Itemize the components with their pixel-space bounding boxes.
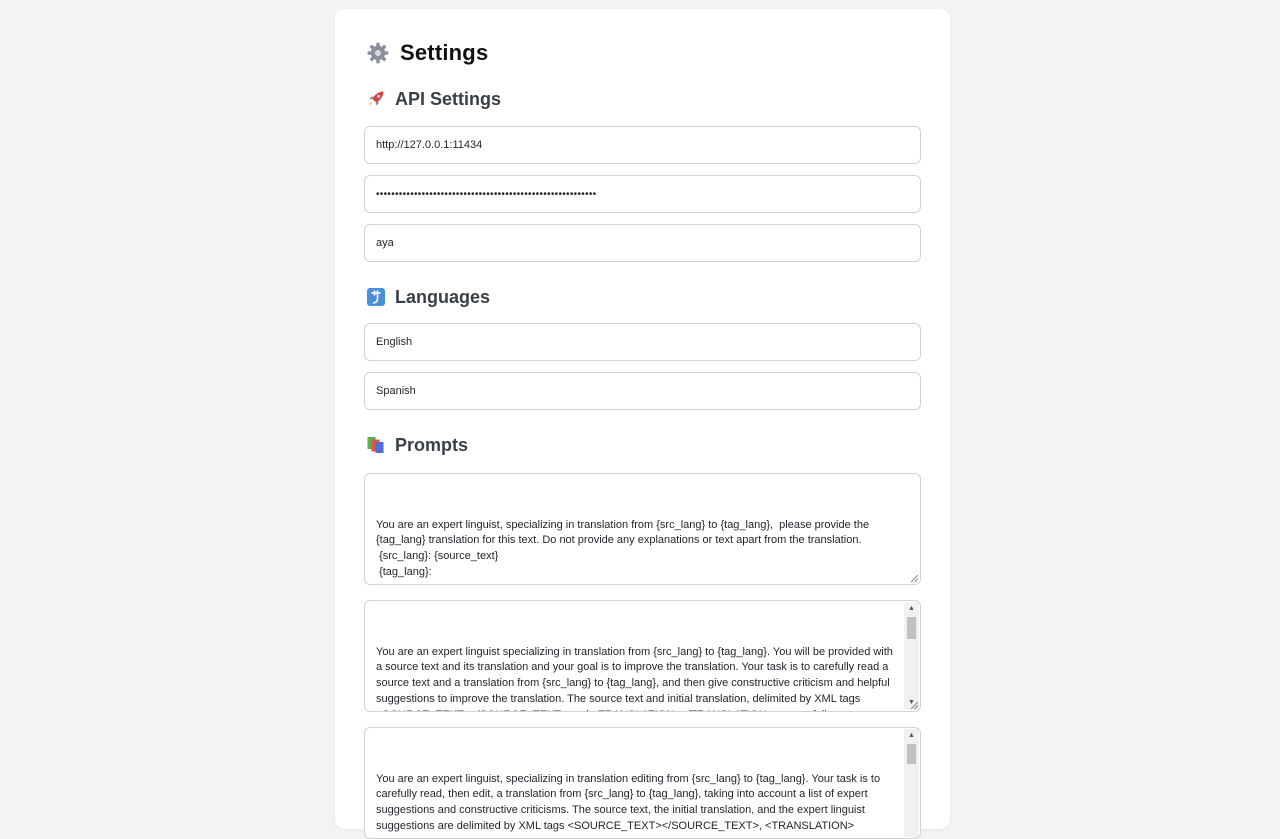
scroll-up-icon[interactable]: ▲ [904, 602, 919, 616]
improvement-prompt[interactable]: You are an expert linguist, specializing… [364, 727, 921, 839]
api-url-input[interactable] [364, 126, 921, 164]
resize-handle-icon[interactable] [909, 700, 919, 710]
target-language-input[interactable] [364, 372, 921, 410]
gear-icon [367, 42, 389, 64]
resize-handle-icon[interactable] [909, 573, 919, 583]
model-input[interactable] [364, 224, 921, 262]
scrollbar[interactable]: ▲ ▼ [904, 602, 919, 710]
language-icon [366, 287, 386, 307]
api-settings-header: API Settings [364, 86, 921, 112]
prompt-text: You are an expert linguist specializing … [376, 645, 893, 711]
settings-header: Settings [364, 39, 921, 67]
prompt-text: You are an expert linguist, specializing… [376, 772, 884, 832]
languages-header: Languages [364, 284, 921, 310]
scroll-thumb[interactable] [907, 744, 916, 764]
reflection-prompt[interactable]: You are an expert linguist specializing … [364, 600, 921, 712]
prompt-text: You are an expert linguist, specializing… [376, 518, 870, 578]
api-settings-title: API Settings [395, 88, 502, 109]
languages-title: Languages [395, 286, 491, 307]
page-title: Settings [400, 40, 489, 65]
prompts-header: Prompts [364, 432, 921, 458]
settings-panel: Settings API Settings Languages [335, 9, 950, 839]
scroll-up-icon[interactable]: ▲ [904, 729, 919, 743]
rocket-icon [366, 89, 386, 109]
books-icon [366, 435, 386, 455]
initial-translation-prompt[interactable]: You are an expert linguist, specializing… [364, 473, 921, 585]
source-language-input[interactable] [364, 323, 921, 361]
prompts-title: Prompts [395, 434, 469, 455]
scrollbar[interactable]: ▲ [904, 729, 919, 837]
api-key-input[interactable] [364, 175, 921, 213]
scroll-thumb[interactable] [907, 617, 916, 639]
